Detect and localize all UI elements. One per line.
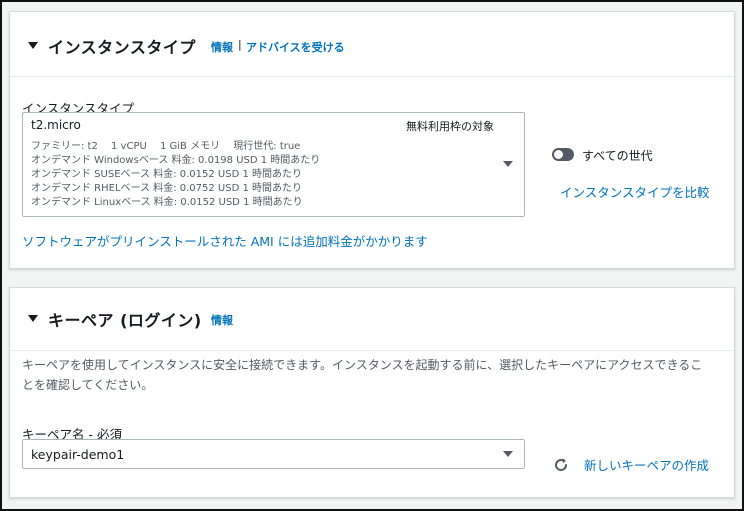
price-rhel-line: オンデマンド RHELベース 料金: 0.0752 USD 1 時間あたり [31,183,303,194]
create-keypair-link[interactable]: 新しいキーペアの作成 [584,455,709,474]
collapse-caret-icon[interactable] [28,42,38,49]
keypair-info-link[interactable]: 情報 [211,312,233,328]
all-generations-toggle[interactable] [552,148,574,161]
price-suse-line: オンデマンド SUSEベース 料金: 0.0152 USD 1 時間あたり [31,169,302,180]
instance-type-info-link[interactable]: 情報 [211,39,233,55]
keypair-select[interactable]: keypair-demo1 [22,439,525,469]
price-windows-line: オンデマンド Windowsベース 料金: 0.0198 USD 1 時間あたり [31,155,321,166]
instance-type-select[interactable]: t2.micro 無料利用枠の対象 ファミリー: t2 1 vCPU 1 GiB… [22,112,525,217]
keypair-title: キーペア (ログイン) [48,311,202,330]
keypair-header[interactable]: キーペア (ログイン) 情報 [10,288,734,351]
collapse-caret-icon[interactable] [28,315,38,322]
keypair-selected-value: keypair-demo1 [31,447,125,462]
dropdown-arrow-icon[interactable] [503,451,513,457]
instance-family-line: ファミリー: t2 1 vCPU 1 GiB メモリ 現行世代: true [31,141,301,152]
keypair-description: キーペアを使用してインスタンスに安全に接続できます。インスタンスを起動する前に、… [22,358,703,392]
refresh-icon[interactable] [553,457,569,473]
get-advice-link[interactable]: アドバイスを受ける [246,39,345,55]
all-generations-label: すべての世代 [582,149,653,163]
link-separator: | [238,38,242,51]
compare-instance-types-link[interactable]: インスタンスタイプを比較 [560,182,710,201]
instance-type-header[interactable]: インスタンスタイプ 情報 | アドバイスを受ける [10,12,734,77]
price-linux-line: オンデマンド Linuxベース 料金: 0.0152 USD 1 時間あたり [31,197,303,208]
instance-type-title: インスタンスタイプ [48,38,196,57]
dropdown-arrow-icon[interactable] [503,161,513,167]
toggle-knob [554,150,563,159]
free-tier-badge: 無料利用枠の対象 [406,120,494,133]
ami-additional-charge-link[interactable]: ソフトウェアがプリインストールされた AMI には追加料金がかかります [22,231,428,250]
instance-type-name: t2.micro [31,118,81,132]
